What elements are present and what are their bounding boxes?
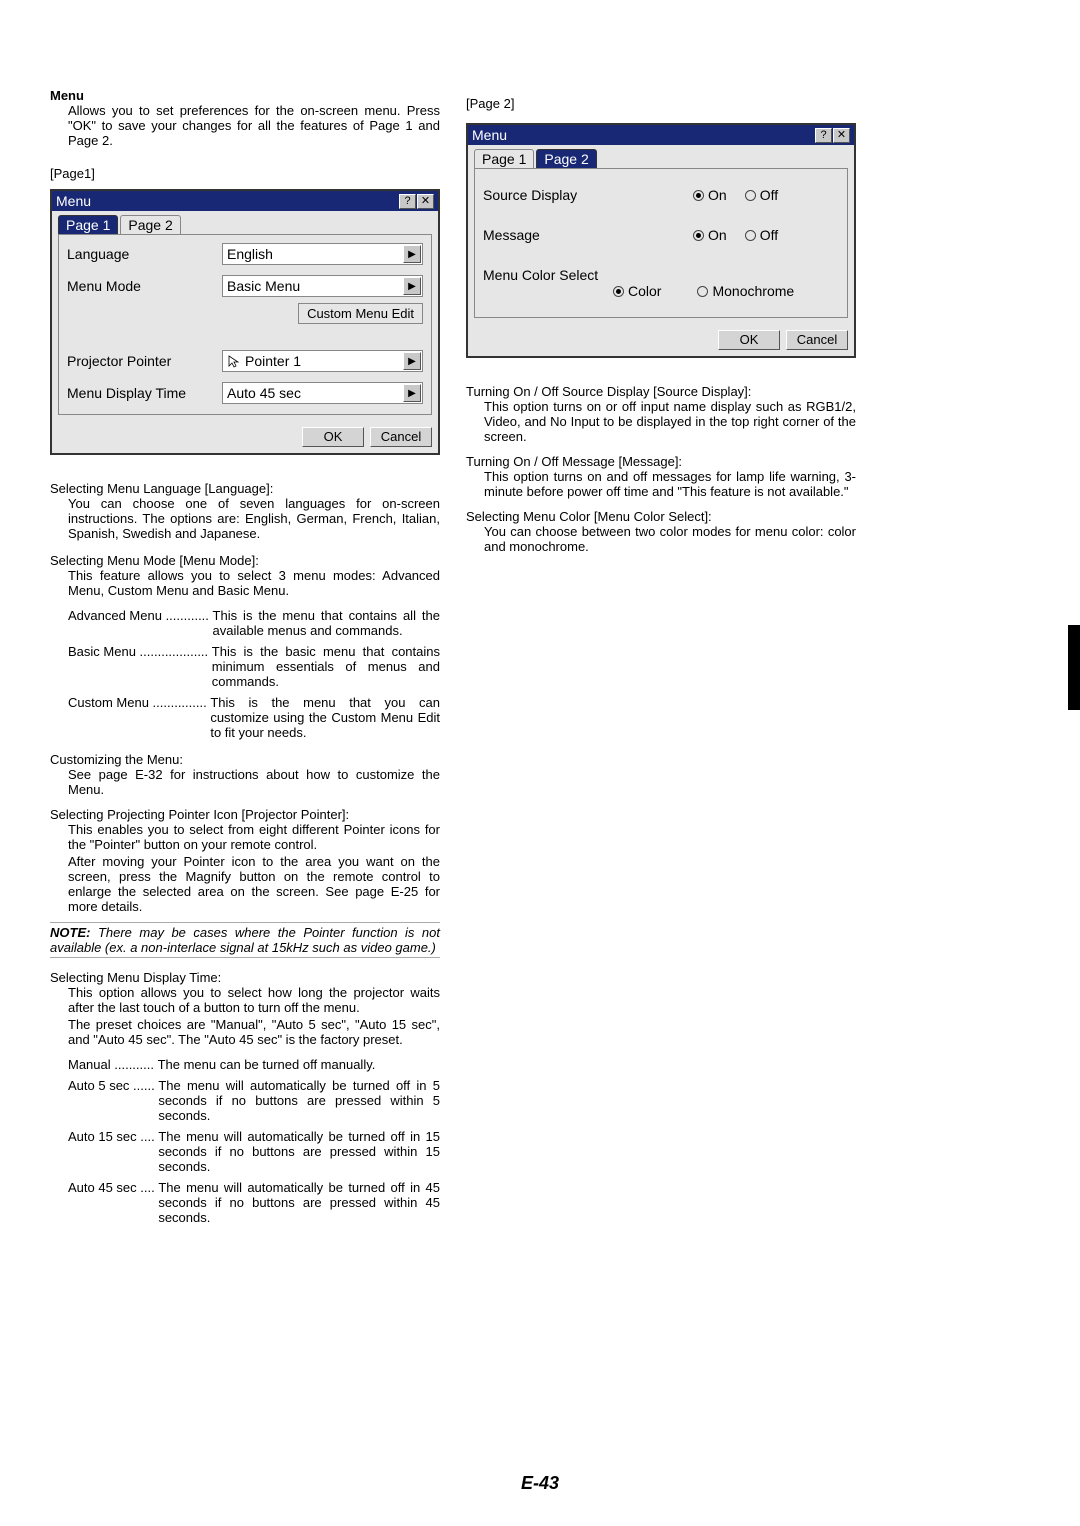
def-term: Auto 15 sec .... [68, 1129, 158, 1174]
displaytime-combo[interactable]: Auto 45 sec ▶ [222, 382, 423, 404]
close-icon[interactable]: ✕ [833, 128, 850, 143]
menu-heading: Menu [50, 88, 440, 103]
dropdown-arrow-icon[interactable]: ▶ [403, 352, 421, 370]
section-displaytime-heading: Selecting Menu Display Time: [50, 970, 440, 985]
radio-icon [693, 190, 704, 201]
menumode-value: Basic Menu [227, 278, 300, 294]
message-on-radio[interactable]: On [693, 227, 727, 243]
color-radio[interactable]: Color [613, 283, 661, 299]
section-pointer-heading: Selecting Projecting Pointer Icon [Proje… [50, 807, 440, 822]
language-combo[interactable]: English ▶ [222, 243, 423, 265]
menu-dialog-page2: Menu ? ✕ Page 1 Page 2 Source Display On… [466, 123, 856, 358]
message-label: Message [483, 227, 693, 243]
tab-page2[interactable]: Page 2 [120, 215, 180, 234]
section-custom-body: See page E-32 for instructions about how… [50, 767, 440, 797]
menumode-label: Menu Mode [67, 278, 222, 294]
cancel-button[interactable]: Cancel [370, 427, 432, 447]
source-display-off-radio[interactable]: Off [745, 187, 778, 203]
section-color-body: You can choose between two color modes f… [466, 524, 856, 554]
pointer-value: Pointer 1 [245, 353, 301, 369]
ok-button[interactable]: OK [302, 427, 364, 447]
dropdown-arrow-icon[interactable]: ▶ [403, 277, 421, 295]
section-mode-heading: Selecting Menu Mode [Menu Mode]: [50, 553, 440, 568]
def-term: Manual ........... [68, 1057, 158, 1072]
def-body: This is the basic menu that contains min… [212, 644, 440, 689]
section-message-heading: Turning On / Off Message [Message]: [466, 454, 856, 469]
ok-button[interactable]: OK [718, 330, 780, 350]
message-off-radio[interactable]: Off [745, 227, 778, 243]
def-term: Auto 5 sec ...... [68, 1078, 158, 1123]
def-term: Basic Menu ................... [68, 644, 212, 689]
language-label: Language [67, 246, 222, 262]
dialog-titlebar: Menu ? ✕ [52, 191, 438, 211]
dialog-titlebar: Menu ? ✕ [468, 125, 854, 145]
note-label: NOTE: [50, 925, 90, 940]
monochrome-radio[interactable]: Monochrome [697, 283, 794, 299]
page-number: E-43 [0, 1473, 1080, 1494]
tab-page1[interactable]: Page 1 [58, 215, 118, 234]
side-tab-marker [1068, 625, 1080, 710]
displaytime-value: Auto 45 sec [227, 385, 301, 401]
def-body: The menu can be turned off manually. [158, 1057, 440, 1072]
help-icon[interactable]: ? [399, 194, 416, 209]
help-icon[interactable]: ? [815, 128, 832, 143]
section-source-body: This option turns on or off input name d… [466, 399, 856, 444]
custom-menu-edit-button[interactable]: Custom Menu Edit [298, 303, 423, 324]
dropdown-arrow-icon[interactable]: ▶ [403, 384, 421, 402]
radio-icon [693, 230, 704, 241]
section-pointer-body1: This enables you to select from eight di… [50, 822, 440, 852]
pointer-combo[interactable]: Pointer 1 ▶ [222, 350, 423, 372]
dropdown-arrow-icon[interactable]: ▶ [403, 245, 421, 263]
section-custom-heading: Customizing the Menu: [50, 752, 440, 767]
section-source-heading: Turning On / Off Source Display [Source … [466, 384, 856, 399]
close-icon[interactable]: ✕ [417, 194, 434, 209]
tab-page1[interactable]: Page 1 [474, 149, 534, 168]
source-display-on-radio[interactable]: On [693, 187, 727, 203]
def-term: Advanced Menu ............ [68, 608, 213, 638]
section-language-body: You can choose one of seven languages fo… [50, 496, 440, 541]
pointer-cursor-icon [227, 354, 241, 368]
note-body: There may be cases where the Pointer fun… [50, 925, 440, 955]
page1-label: [Page1] [50, 166, 440, 181]
def-term: Custom Menu ............... [68, 695, 210, 740]
dialog-title: Menu [56, 193, 91, 209]
menu-dialog-page1: Menu ? ✕ Page 1 Page 2 Language English … [50, 189, 440, 455]
radio-icon [613, 286, 624, 297]
source-display-label: Source Display [483, 187, 693, 203]
menumode-combo[interactable]: Basic Menu ▶ [222, 275, 423, 297]
pointer-note: NOTE: There may be cases where the Point… [50, 922, 440, 958]
radio-icon [745, 190, 756, 201]
pointer-label: Projector Pointer [67, 353, 222, 369]
def-body: The menu will automatically be turned of… [158, 1078, 440, 1123]
section-displaytime-body1: This option allows you to select how lon… [50, 985, 440, 1015]
dialog-title: Menu [472, 127, 507, 143]
def-body: This is the menu that you can customize … [210, 695, 440, 740]
tab-page2[interactable]: Page 2 [536, 149, 596, 168]
menu-color-label: Menu Color Select [483, 267, 613, 283]
radio-icon [745, 230, 756, 241]
cancel-button[interactable]: Cancel [786, 330, 848, 350]
section-displaytime-body2: The preset choices are "Manual", "Auto 5… [50, 1017, 440, 1047]
section-pointer-body2: After moving your Pointer icon to the ar… [50, 854, 440, 914]
language-value: English [227, 246, 273, 262]
def-body: This is the menu that contains all the a… [213, 608, 440, 638]
section-language-heading: Selecting Menu Language [Language]: [50, 481, 440, 496]
radio-icon [697, 286, 708, 297]
displaytime-label: Menu Display Time [67, 385, 222, 401]
def-body: The menu will automatically be turned of… [158, 1129, 440, 1174]
section-color-heading: Selecting Menu Color [Menu Color Select]… [466, 509, 856, 524]
page2-label: [Page 2] [466, 96, 856, 111]
menu-intro: Allows you to set preferences for the on… [50, 103, 440, 148]
section-message-body: This option turns on and off messages fo… [466, 469, 856, 499]
section-mode-body: This feature allows you to select 3 menu… [50, 568, 440, 598]
def-term: Auto 45 sec .... [68, 1180, 158, 1225]
def-body: The menu will automatically be turned of… [158, 1180, 440, 1225]
